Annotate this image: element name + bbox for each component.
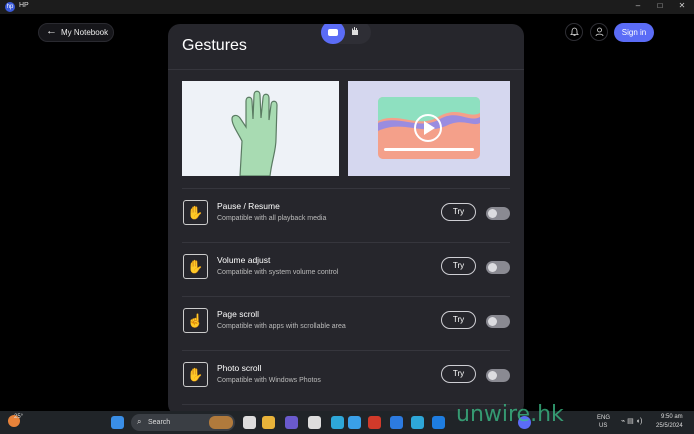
gesture-subtitle: Compatible with apps with scrollable are… [217,323,346,330]
hand-icon [352,27,358,35]
toggle-knob [488,371,497,380]
file-explorer-icon[interactable] [262,416,275,429]
app-icon[interactable] [411,416,424,429]
list-item: ✋ Photo scroll Compatible with Windows P… [182,350,510,404]
gesture-title: Volume adjust [217,255,271,265]
maximize-icon[interactable]: □ [653,1,667,10]
list-item: ✋ Volume adjust Compatible with system v… [182,242,510,296]
page-title: Gestures [182,37,247,54]
point-icon: ☝ [183,308,208,333]
gesture-title: Photo scroll [217,363,262,373]
mode-selector [321,24,371,44]
back-button-label: My Notebook [61,28,109,37]
bell-icon[interactable] [565,23,583,41]
camera-mode-button[interactable] [321,24,345,44]
minimize-icon[interactable]: – [631,1,645,10]
gesture-toggle[interactable] [486,315,510,328]
try-button[interactable]: Try [441,365,476,383]
try-button[interactable]: Try [441,311,476,329]
sign-in-button[interactable]: Sign in [614,23,654,42]
gesture-toggle[interactable] [486,369,510,382]
back-button[interactable]: ← My Notebook [38,23,114,42]
gesture-subtitle: Compatible with all playback media [217,215,327,222]
hand-mode-button[interactable] [350,26,360,38]
palm-icon: ✋ [183,200,208,225]
system-tray-icons[interactable]: ⌁ ▤ ◖) [621,417,642,425]
task-view-icon[interactable] [243,416,256,429]
clock-date[interactable]: 25/5/2024 [656,423,683,429]
copilot-icon[interactable] [285,416,298,429]
try-button[interactable]: Try [441,257,476,275]
camera-icon [328,29,338,36]
video-illustration [348,81,510,176]
app-icon[interactable] [308,416,321,429]
hand-illustration [182,81,339,177]
close-icon[interactable]: ✕ [675,1,689,10]
language-bottom[interactable]: US [599,423,607,429]
toggle-knob [488,317,497,326]
gesture-toggle[interactable] [486,261,510,274]
watermark: unwire.hk [456,402,564,427]
gesture-subtitle: Compatible with system volume control [217,269,339,276]
window-title: HP [19,2,29,9]
user-icon[interactable] [590,23,608,41]
weather-temp: 25° [14,414,24,420]
arrow-left-icon: ← [46,25,57,37]
language-top[interactable]: ENG [597,415,610,421]
gesture-title: Pause / Resume [217,201,280,211]
mcafee-icon[interactable] [368,416,381,429]
taskbar: 25° ⌕ Search ENG US ⌁ ▤ ◖) 9:50 am 25/5/… [0,411,694,434]
dropbox-icon[interactable] [390,416,403,429]
divider [168,69,524,70]
hp-logo-icon: hp [5,2,15,12]
mail-icon[interactable] [432,416,445,429]
try-button[interactable]: Try [441,203,476,221]
clock-time[interactable]: 9:50 am [661,414,683,420]
edge-icon[interactable] [331,416,344,429]
toggle-knob [488,209,497,218]
swipe-hand-icon: ✋ [183,362,208,387]
palm-icon: ✋ [183,254,208,279]
search-input[interactable]: ⌕ Search [131,414,235,431]
search-icon: ⌕ [137,417,142,426]
help-icon[interactable] [348,416,361,429]
gestures-panel: Gestures ✋ Pause / Resume Compatible wit… [168,24,524,416]
gesture-subtitle: Compatible with Windows Photos [217,377,321,384]
search-placeholder: Search [148,419,171,426]
list-item: ✋ Pause / Resume Compatible with all pla… [182,188,510,242]
toggle-knob [488,263,497,272]
list-item: ☝ Page scroll Compatible with apps with … [182,296,510,350]
gesture-toggle[interactable] [486,207,510,220]
start-icon[interactable] [111,416,124,429]
title-bar: hp HP – □ ✕ [0,0,694,14]
gesture-title: Page scroll [217,309,260,319]
search-highlight-icon [209,416,233,429]
